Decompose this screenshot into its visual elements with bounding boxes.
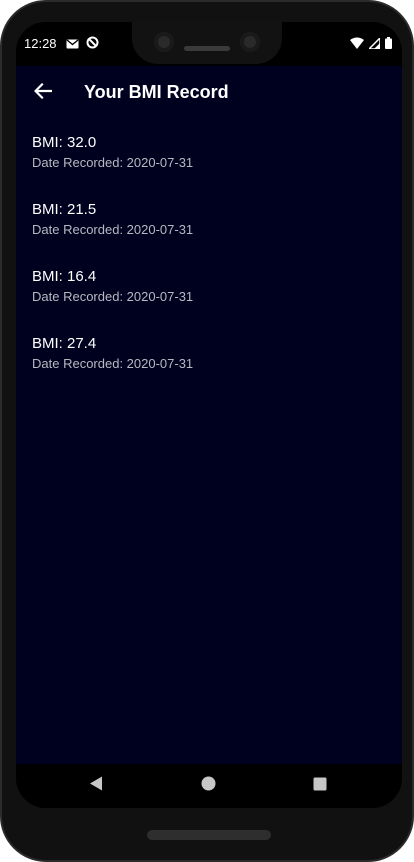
record-date: Date Recorded: 2020-07-31 [32,356,194,371]
list-item[interactable]: BMI: 21.5 Date Recorded: 2020-07-31 [16,197,402,264]
battery-icon [385,36,392,54]
status-right-icons [350,36,392,54]
front-camera-icon [154,32,174,52]
record-bmi-value: BMI: 16.4 [32,268,97,285]
wifi-icon [350,36,364,54]
home-circle-icon [201,776,216,796]
nav-home-button[interactable] [198,776,218,796]
nav-back-button[interactable] [86,776,106,796]
record-bmi-value: BMI: 21.5 [32,201,97,218]
app-content: Your BMI Record BMI: 32.0 Date Recorded:… [16,66,402,764]
system-nav-bar [16,764,402,808]
front-sensor-icon [240,32,260,52]
signal-icon [367,36,381,54]
list-item[interactable]: BMI: 16.4 Date Recorded: 2020-07-31 [16,264,402,331]
status-left-icons [66,36,99,54]
list-item[interactable]: BMI: 32.0 Date Recorded: 2020-07-31 [16,130,402,197]
bmi-record-list: BMI: 32.0 Date Recorded: 2020-07-31 BMI:… [16,130,402,398]
arrow-back-icon [33,82,53,104]
back-triangle-icon [89,776,103,796]
record-bmi-value: BMI: 27.4 [32,335,97,352]
bottom-speaker-grille [147,830,271,840]
back-button[interactable] [28,78,58,108]
speaker-grille [184,46,230,51]
status-bar: 12:28 [16,22,402,66]
page-title: Your BMI Record [84,82,229,102]
nav-recents-button[interactable] [310,776,330,796]
camera-notch [132,22,282,64]
status-time: 12:28 [24,36,57,51]
mail-icon [66,36,79,54]
record-bmi-value: BMI: 32.0 [32,134,97,151]
phone-frame: 12:28 Your BMI Record BMI: 32.0 Date Rec… [0,0,414,862]
app-bar: Your BMI Record [16,66,402,122]
list-item[interactable]: BMI: 27.4 Date Recorded: 2020-07-31 [16,331,402,398]
record-date: Date Recorded: 2020-07-31 [32,222,194,237]
record-date: Date Recorded: 2020-07-31 [32,155,194,170]
recents-square-icon [313,777,327,796]
sync-icon [86,36,99,54]
record-date: Date Recorded: 2020-07-31 [32,289,194,304]
screen: 12:28 Your BMI Record BMI: 32.0 Date Rec… [16,22,402,808]
